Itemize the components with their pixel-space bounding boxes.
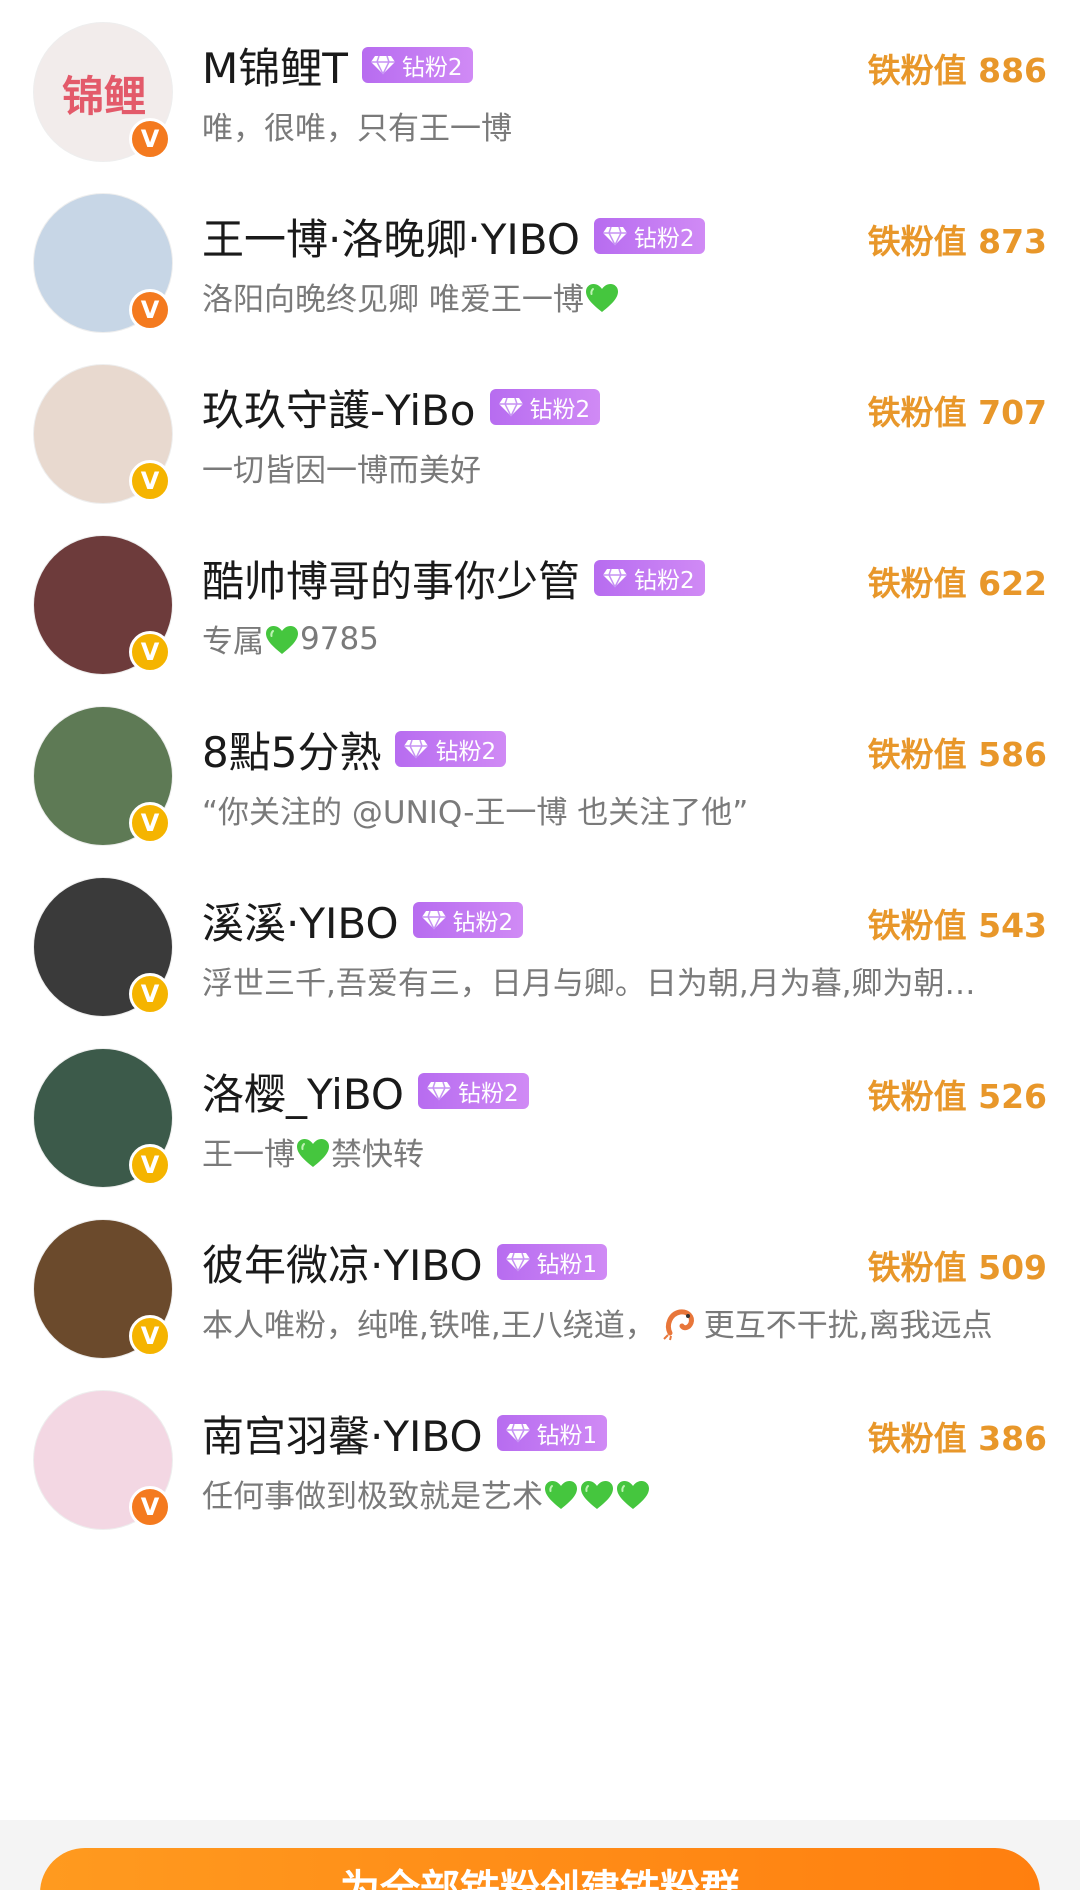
bio-text: 浮世三千,吾爱有三，日月与卿。日为朝,月为暮,卿为朝… [202,966,976,1002]
diamond-icon [505,1423,531,1443]
avatar[interactable]: V [33,877,173,1017]
rank-badge: 钻粉2 [395,731,507,767]
bio-text: 王一博 [202,1137,295,1173]
avatar[interactable]: V [33,535,173,675]
avatar[interactable]: V [33,193,173,333]
fan-bio: “你关注的 @UNIQ-王一博 也关注了他” [202,787,1047,832]
verified-icon: V [129,460,171,502]
green-heart-icon [579,1476,615,1512]
bio-text-suffix: 禁快转 [331,1137,424,1173]
verified-icon: V [129,631,171,673]
fan-score: 铁粉值 886 [867,51,1047,90]
diamond-icon [421,910,447,930]
diamond-icon [602,568,628,588]
green-heart-icon [615,1476,651,1512]
diamond-icon [602,226,628,246]
rank-label: 钻粉1 [536,1423,598,1449]
rank-badge: 钻粉2 [593,218,705,254]
verified-icon: V [129,118,171,160]
rank-label: 钻粉2 [401,55,463,81]
rank-label: 钻粉2 [452,910,514,936]
rank-label: 钻粉1 [536,1252,598,1278]
diamond-icon [370,55,396,75]
verified-icon: V [129,973,171,1015]
rank-label: 钻粉2 [633,226,695,252]
bio-text: 本人唯粉，纯唯,铁唯,王八绕道， [202,1308,656,1344]
diamond-icon [403,739,429,759]
rank-badge: 钻粉1 [496,1415,608,1451]
fan-bio: 任何事做到极致就是艺术 [202,1471,1047,1516]
green-heart-icon [543,1476,579,1512]
bio-text: 一切皆因一博而美好 [202,453,481,489]
verified-icon: V [129,289,171,331]
rank-label: 钻粉2 [435,739,497,765]
fan-name[interactable]: 洛樱_YiBO [202,1061,404,1122]
fan-name[interactable]: M锦鲤T [202,35,348,96]
verified-icon: V [129,1144,171,1186]
avatar[interactable]: V [33,1048,173,1188]
bio-text: 唯，很唯，只有王一博 [202,111,512,147]
fan-name[interactable]: 南宫羽馨·YIBO [202,1403,483,1464]
fan-bio: 专属 9785 [202,616,1047,661]
verified-icon: V [129,802,171,844]
diamond-icon [426,1081,452,1101]
fan-score: 铁粉值 873 [867,222,1047,261]
diamond-icon [505,1252,531,1272]
rank-badge: 钻粉2 [361,47,473,83]
fan-bio: 洛阳向晚终见卿 唯爱王一博 [202,274,1047,319]
shrimp-icon [656,1304,704,1342]
verified-icon: V [129,1315,171,1357]
rank-badge: 钻粉2 [412,902,524,938]
rank-badge: 钻粉1 [496,1244,608,1280]
rank-label: 钻粉2 [634,568,695,594]
bio-text-suffix: 更互不干扰,离我远点 [703,1308,993,1344]
fan-score: 铁粉值 543 [867,906,1047,945]
bio-text: 任何事做到极致就是艺术 [202,1479,543,1515]
green-heart-icon [584,279,620,315]
rank-label: 钻粉2 [529,397,591,423]
diamond-icon [498,397,524,417]
bio-text: 洛阳向晚终见卿 唯爱王一博 [202,282,584,318]
fan-name[interactable]: 酷帅博哥的事你少管 [202,548,580,609]
bio-text: “你关注的 @UNIQ-王一博 也关注了他” [202,795,749,831]
rank-badge: 钻粉2 [417,1073,529,1109]
fan-bio: 王一博 禁快转 [202,1129,1047,1174]
fan-score: 铁粉值 386 [867,1419,1047,1458]
fan-row[interactable]: V 南宫羽馨·YIBO 钻粉1 铁粉值 386 任何事做到极致就是艺术 [0,1368,1080,1574]
rank-label: 钻粉2 [457,1081,519,1107]
avatar[interactable]: V [33,1219,173,1359]
fan-name[interactable]: 溪溪·YIBO [202,890,399,951]
rank-badge: 钻粉2 [594,560,705,596]
fan-bio: 唯，很唯，只有王一博 [202,103,1047,148]
fan-bio: 本人唯粉，纯唯,铁唯,王八绕道， 更互不干扰,离我远点 [202,1300,1047,1345]
avatar[interactable]: V [33,364,173,504]
fan-name[interactable]: 玖玖守護-YiBo [202,377,476,438]
bio-text: 专属 [202,624,264,660]
fan-name[interactable]: 王一博·洛晚卿·YIBO [202,206,580,267]
fan-bio: 一切皆因一博而美好 [202,445,1047,490]
fan-score: 铁粉值 622 [867,564,1047,603]
fan-score: 铁粉值 509 [867,1248,1047,1287]
rank-badge: 钻粉2 [489,389,601,425]
green-heart-icon [264,621,300,657]
create-fan-group-button[interactable]: 为全部铁粉创建铁粉群 [40,1848,1040,1890]
verified-icon: V [129,1486,171,1528]
green-heart-icon [295,1134,331,1170]
fan-name[interactable]: 8點5分熟 [202,719,381,780]
fan-score: 铁粉值 707 [867,393,1047,432]
fan-score: 铁粉值 586 [867,735,1047,774]
fan-bio: 浮世三千,吾爱有三，日月与卿。日为朝,月为暮,卿为朝… [202,958,1047,1003]
avatar[interactable]: V [33,1390,173,1530]
fan-name[interactable]: 彼年微凉·YIBO [202,1232,483,1293]
bio-text-suffix: 9785 [300,620,379,657]
avatar[interactable]: 锦鲤 V [33,22,173,162]
fan-score: 铁粉值 526 [867,1077,1047,1116]
avatar[interactable]: V [33,706,173,846]
